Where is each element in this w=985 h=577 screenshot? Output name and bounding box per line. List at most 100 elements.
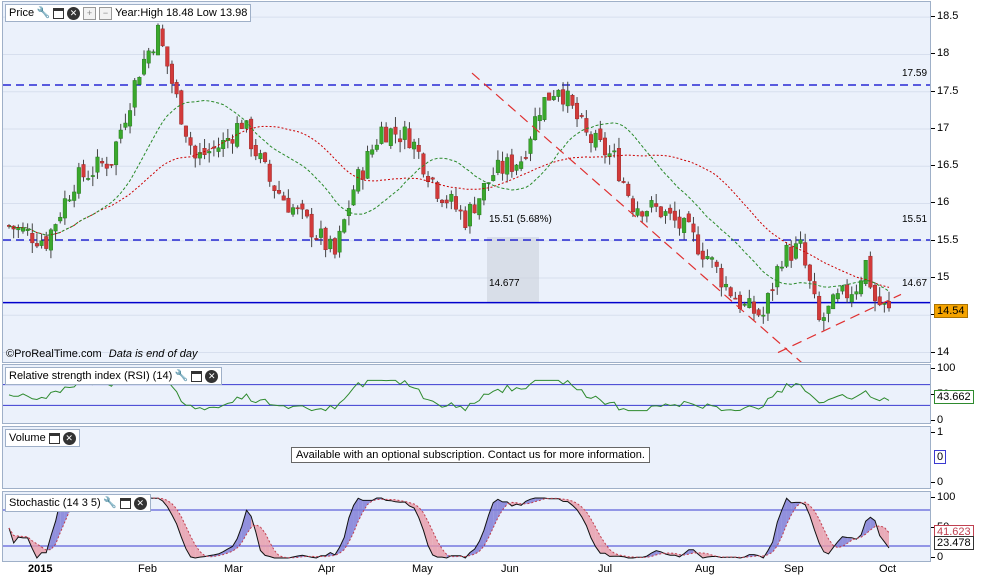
- candle-down: [421, 152, 426, 178]
- candle-body: [155, 24, 160, 56]
- candle-up: [16, 224, 21, 239]
- candle-down: [100, 157, 105, 167]
- x-axis-label: 2015: [28, 563, 53, 575]
- candle-up: [197, 142, 202, 166]
- price-y-label: 16.5: [937, 159, 959, 172]
- stoch-fill-down: [265, 532, 270, 557]
- candle-body: [123, 122, 128, 128]
- zoom-in-icon[interactable]: +: [83, 6, 97, 20]
- candle-body: [435, 182, 440, 199]
- stoch-panel-title: Stochastic (14 3 5): [9, 497, 101, 509]
- maximize-icon[interactable]: [119, 497, 131, 509]
- maximize-icon[interactable]: [48, 432, 60, 444]
- x-axis: 2015 Feb Mar Apr May Jun Jul Aug Sep Oct: [2, 563, 931, 577]
- maximize-icon[interactable]: [191, 370, 203, 382]
- candle-body: [710, 257, 715, 260]
- candle-body: [868, 255, 873, 288]
- candle-body: [53, 224, 58, 232]
- volume-panel: Volume ✕ Available with an optional subs…: [2, 426, 931, 489]
- selection-band: [487, 237, 539, 303]
- stoch-fill-down: [828, 538, 834, 554]
- candle-body: [598, 128, 603, 140]
- candle-body: [384, 126, 389, 143]
- stoch-fill-down: [814, 511, 820, 544]
- candle-down: [304, 209, 309, 219]
- candle-down: [570, 93, 575, 109]
- candle-down: [696, 226, 701, 256]
- candle-body: [104, 163, 109, 169]
- candle-body: [612, 150, 617, 153]
- candle-body: [467, 204, 472, 227]
- close-icon[interactable]: ✕: [205, 369, 219, 383]
- candle-down: [719, 263, 724, 297]
- candle-down: [430, 176, 435, 183]
- close-icon[interactable]: ✕: [133, 496, 147, 510]
- candle-up: [528, 136, 533, 162]
- wrench-icon[interactable]: 🔧: [37, 7, 51, 20]
- candle-body: [458, 209, 463, 212]
- candle-body: [537, 115, 542, 122]
- candle-up: [840, 284, 845, 295]
- candle-up: [39, 233, 44, 249]
- subscription-message[interactable]: Available with an optional subscription.…: [291, 447, 650, 463]
- candle-up: [62, 190, 67, 225]
- candle-down: [277, 180, 282, 195]
- candle-body: [523, 157, 528, 159]
- candle-up: [207, 143, 212, 163]
- wrench-icon[interactable]: 🔧: [103, 497, 117, 510]
- candle-body: [621, 181, 626, 183]
- candle-up: [682, 217, 687, 240]
- candle-down: [165, 46, 170, 75]
- candle-body: [337, 230, 342, 253]
- candle-down: [626, 181, 631, 198]
- candle-body: [551, 96, 556, 100]
- candle-down: [868, 251, 873, 290]
- candle-body: [444, 199, 449, 204]
- candle-down: [728, 286, 733, 298]
- candle-down: [295, 205, 300, 215]
- x-axis-label: Aug: [695, 563, 715, 575]
- candle-body: [887, 301, 892, 309]
- price-chart[interactable]: [3, 2, 931, 363]
- rsi-last-value: 43.662: [934, 390, 974, 405]
- maximize-icon[interactable]: [53, 7, 65, 19]
- candle-up: [859, 276, 864, 297]
- candle-up: [565, 81, 570, 113]
- candle-down: [751, 295, 756, 321]
- candle-up: [114, 140, 119, 176]
- candle-body: [528, 138, 533, 154]
- candle-up: [533, 107, 538, 141]
- candle-up: [854, 284, 859, 300]
- wrench-icon[interactable]: 🔧: [175, 370, 189, 383]
- candle-up: [826, 305, 831, 323]
- rsi-panel: Relative strength index (RSI) (14) 🔧 ✕: [2, 364, 931, 424]
- volume-panel-title: Volume: [9, 432, 46, 444]
- candle-body: [20, 227, 25, 232]
- candle-up: [556, 89, 561, 102]
- price-y-scale: 18.51817.51716.51615.51514.51414.54: [931, 1, 985, 363]
- price-y-label: 18: [937, 47, 950, 60]
- candle-up: [86, 170, 91, 181]
- close-icon[interactable]: ✕: [62, 431, 76, 445]
- candle-body: [765, 293, 770, 314]
- candle-down: [733, 291, 738, 300]
- x-axis-label: Apr: [318, 563, 336, 575]
- candle-down: [249, 116, 254, 157]
- candle-body: [514, 164, 519, 171]
- rsi-y-tick: [931, 420, 935, 421]
- candle-body: [784, 244, 789, 267]
- close-icon[interactable]: ✕: [67, 6, 81, 20]
- candle-down: [179, 89, 184, 125]
- candle-body: [81, 164, 86, 178]
- candle-down: [677, 209, 682, 236]
- candle-up: [467, 202, 472, 234]
- candle-down: [426, 171, 431, 188]
- candle-body: [770, 289, 775, 292]
- candle-down: [602, 132, 607, 164]
- candle-body: [118, 129, 123, 139]
- candle-body: [658, 206, 663, 218]
- candle-body: [761, 314, 766, 317]
- zoom-out-icon[interactable]: −: [99, 6, 113, 20]
- candle-down: [714, 259, 719, 274]
- candle-body: [626, 183, 631, 196]
